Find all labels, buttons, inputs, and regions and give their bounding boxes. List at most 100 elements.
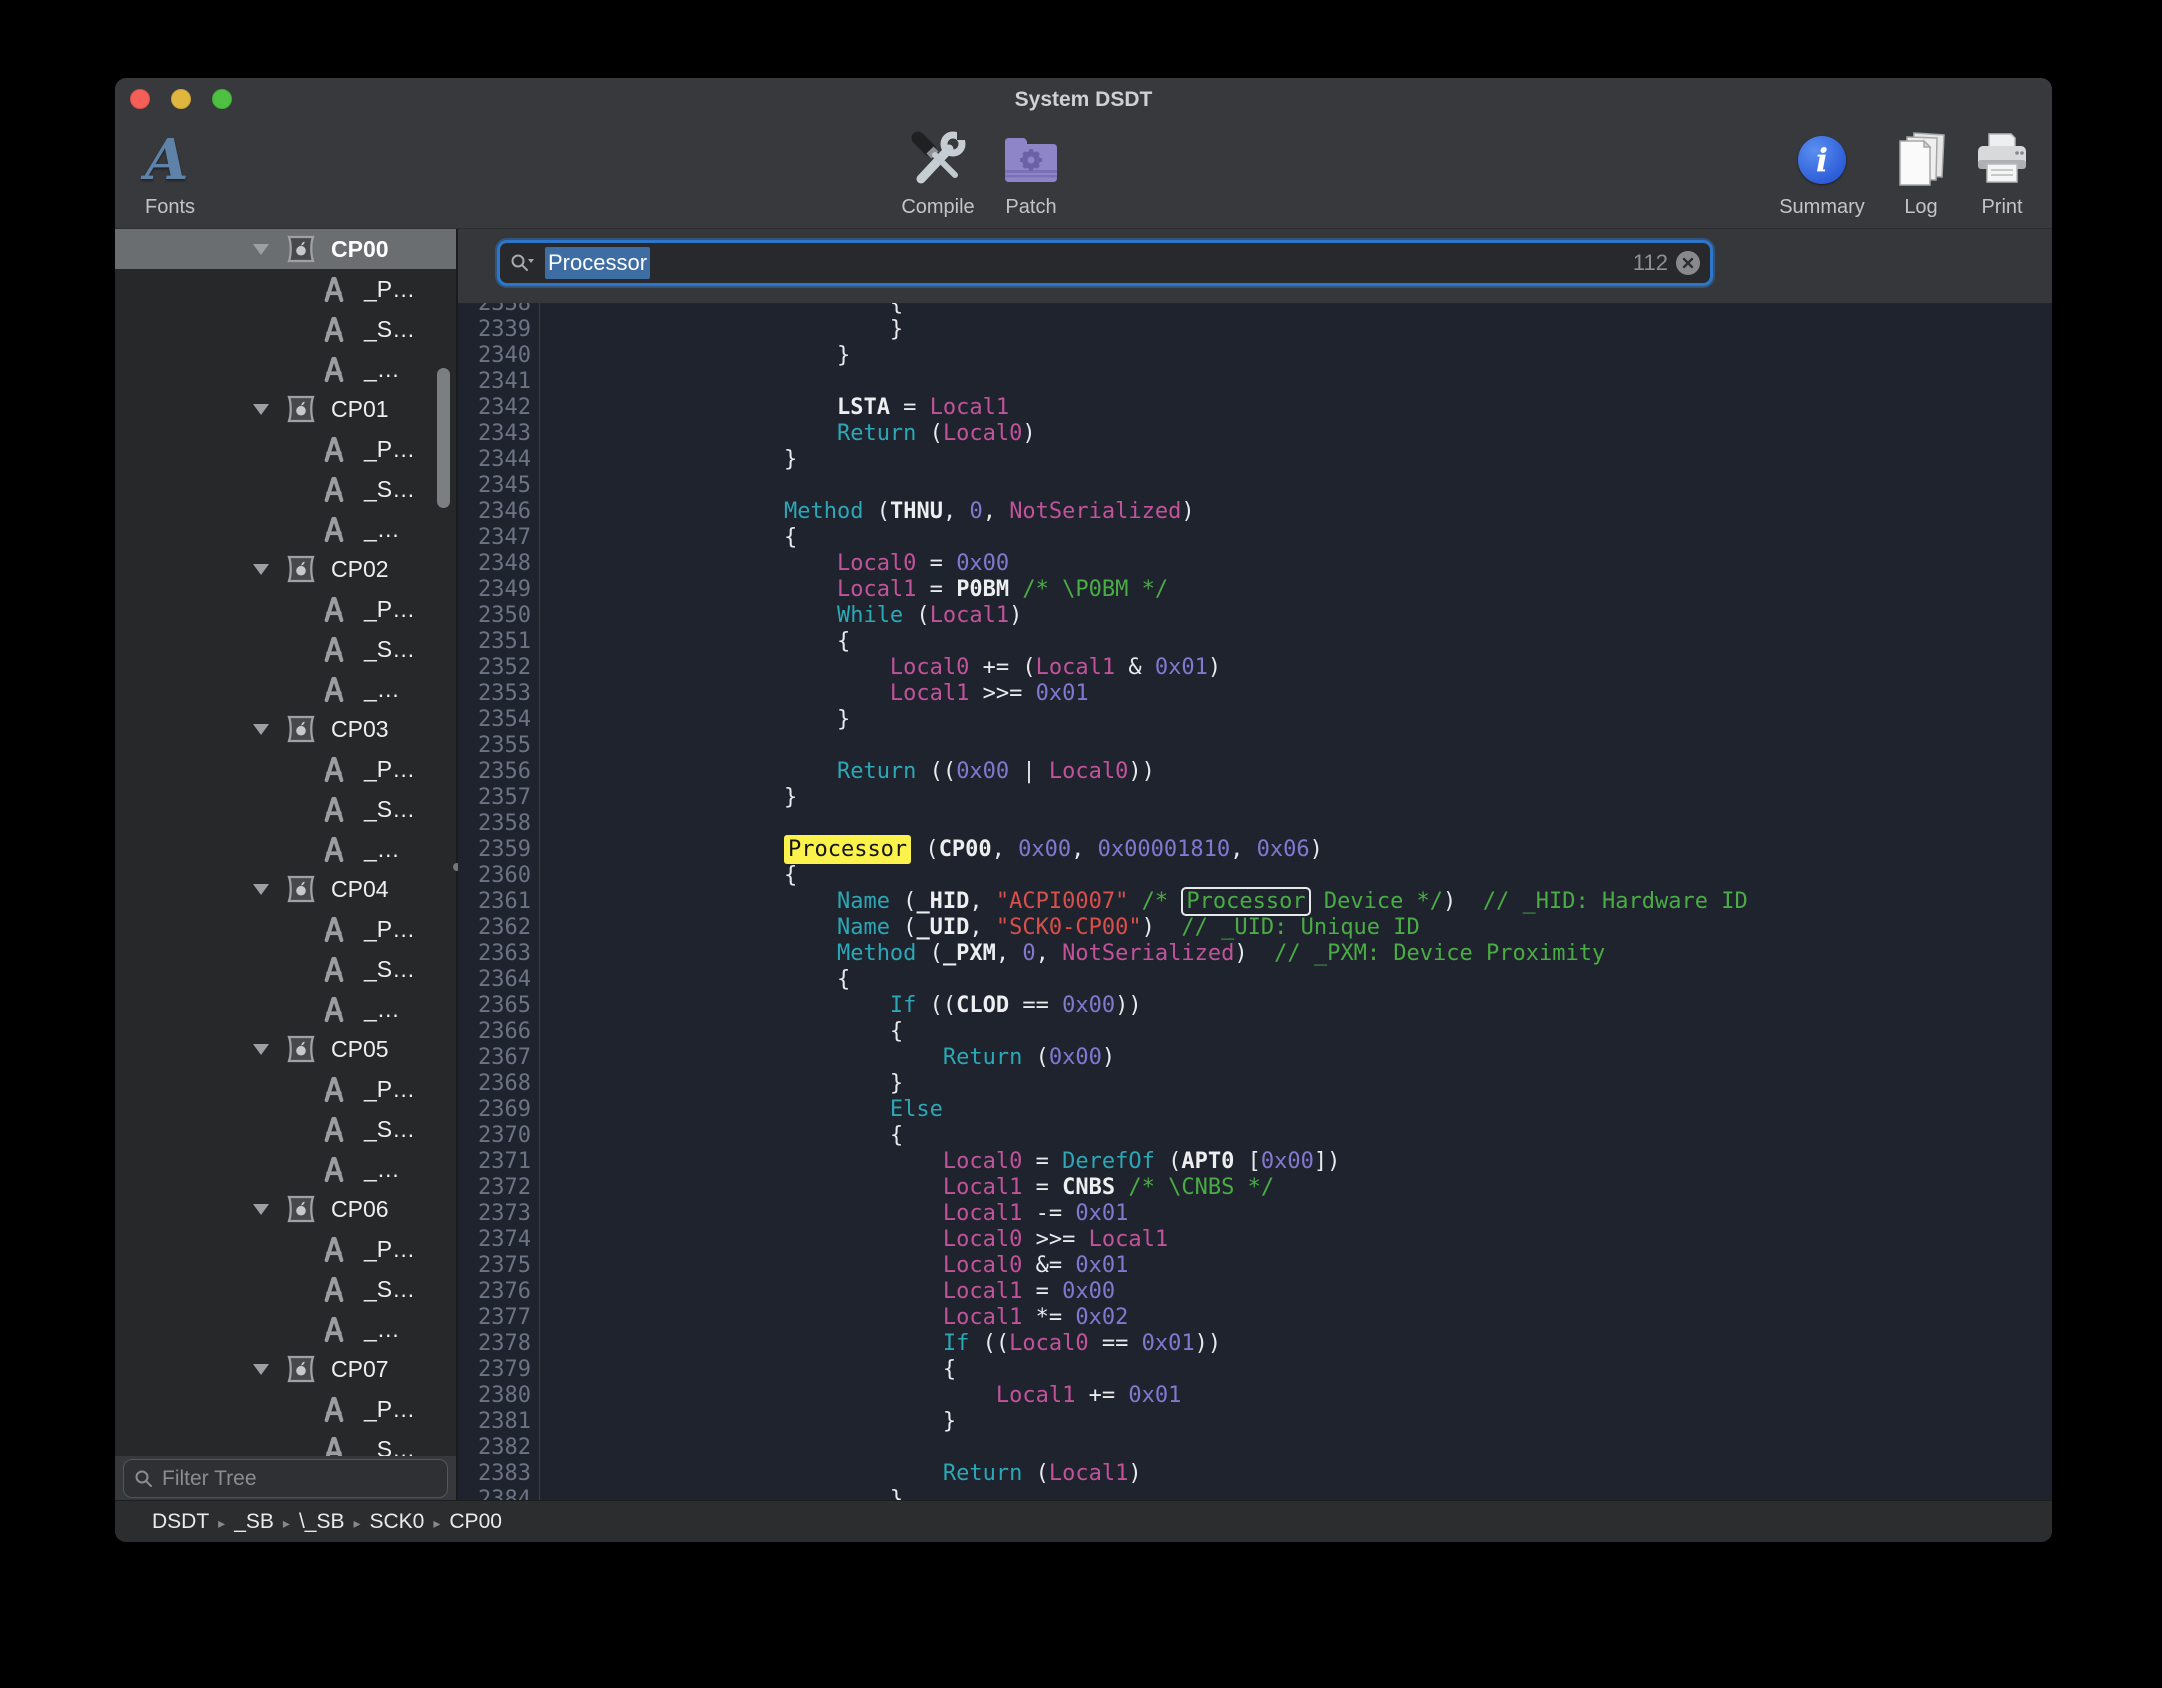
search-menu-icon[interactable] xyxy=(510,253,536,273)
code-area[interactable]: 2338 {2339 }2340 }23412342 LSTA = Local1… xyxy=(458,303,2052,1500)
code-line[interactable]: 2382 xyxy=(458,1435,2052,1461)
tree-row-child[interactable]: _S… xyxy=(115,1429,456,1456)
log-button[interactable]: Log xyxy=(1890,126,1952,219)
code-line[interactable]: 2340 } xyxy=(458,343,2052,369)
tree-row-child[interactable]: _P… xyxy=(115,1069,456,1109)
tree-row-child[interactable]: _S… xyxy=(115,629,456,669)
code-line[interactable]: 2354 } xyxy=(458,707,2052,733)
tree-row-child[interactable]: _P… xyxy=(115,589,456,629)
code-line[interactable]: 2341 xyxy=(458,369,2052,395)
tree-row-child[interactable]: _P… xyxy=(115,1229,456,1269)
code-line[interactable]: 2338 { xyxy=(458,303,2052,317)
code-line[interactable]: 2356 Return ((0x00 | Local0)) xyxy=(458,759,2052,785)
breadcrumb-item-_sb[interactable]: _SB xyxy=(234,1510,274,1533)
code-line[interactable]: 2368 } xyxy=(458,1071,2052,1097)
code-line[interactable]: 2351 { xyxy=(458,629,2052,655)
code-line[interactable]: 2379 { xyxy=(458,1357,2052,1383)
code-line[interactable]: 2381 } xyxy=(458,1409,2052,1435)
code-line[interactable]: 2353 Local1 >>= 0x01 xyxy=(458,681,2052,707)
tree-row-cp01[interactable]: CP01 xyxy=(115,389,456,429)
code-line[interactable]: 2372 Local1 = CNBS /* \CNBS */ xyxy=(458,1175,2052,1201)
summary-button[interactable]: i Summary xyxy=(1772,126,1872,219)
code-line[interactable]: 2360 { xyxy=(458,863,2052,889)
sidebar-scrollbar-thumb[interactable] xyxy=(437,368,450,508)
code-line[interactable]: 2359 Processor (CP00, 0x00, 0x00001810, … xyxy=(458,837,2052,863)
code-line[interactable]: 2345 xyxy=(458,473,2052,499)
code-line[interactable]: 2375 Local0 &= 0x01 xyxy=(458,1253,2052,1279)
code-line[interactable]: 2371 Local0 = DerefOf (APT0 [0x00]) xyxy=(458,1149,2052,1175)
code-line[interactable]: 2369 Else xyxy=(458,1097,2052,1123)
code-line[interactable]: 2358 xyxy=(458,811,2052,837)
code-line[interactable]: 2383 Return (Local1) xyxy=(458,1461,2052,1487)
code-line[interactable]: 2361 Name (_HID, "ACPI0007" /* Processor… xyxy=(458,889,2052,915)
disclosure-triangle-icon[interactable] xyxy=(253,1204,269,1215)
print-button[interactable]: Print xyxy=(1966,126,2038,219)
search-field[interactable]: Processor 112 xyxy=(497,240,1713,286)
code-line[interactable]: 2343 Return (Local0) xyxy=(458,421,2052,447)
code-line[interactable]: 2346 Method (THNU, 0, NotSerialized) xyxy=(458,499,2052,525)
patch-button[interactable]: Patch xyxy=(990,126,1072,219)
tree-row-cp07[interactable]: CP07 xyxy=(115,1349,456,1389)
code-line[interactable]: 2378 If ((Local0 == 0x01)) xyxy=(458,1331,2052,1357)
code-line[interactable]: 2352 Local0 += (Local1 & 0x01) xyxy=(458,655,2052,681)
code-line[interactable]: 2374 Local0 >>= Local1 xyxy=(458,1227,2052,1253)
clear-search-button[interactable] xyxy=(1676,251,1700,275)
tree-row-child[interactable]: _P… xyxy=(115,909,456,949)
code-line[interactable]: 2376 Local1 = 0x00 xyxy=(458,1279,2052,1305)
tree-row-child[interactable]: _… xyxy=(115,669,456,709)
compile-button[interactable]: Compile xyxy=(892,126,984,219)
tree-row-child[interactable]: _… xyxy=(115,509,456,549)
tree-row-cp05[interactable]: CP05 xyxy=(115,1029,456,1069)
breadcrumb-item-_sb[interactable]: \_SB xyxy=(299,1510,345,1533)
disclosure-triangle-icon[interactable] xyxy=(253,404,269,415)
tree-row-cp00[interactable]: CP00 xyxy=(115,229,456,269)
code-line[interactable]: 2357 } xyxy=(458,785,2052,811)
breadcrumb-item-cp00[interactable]: CP00 xyxy=(449,1510,502,1533)
disclosure-triangle-icon[interactable] xyxy=(253,1044,269,1055)
code-line[interactable]: 2367 Return (0x00) xyxy=(458,1045,2052,1071)
tree-row-cp06[interactable]: CP06 xyxy=(115,1189,456,1229)
disclosure-triangle-icon[interactable] xyxy=(253,884,269,895)
tree-row-child[interactable]: _… xyxy=(115,349,456,389)
tree-row-child[interactable]: _S… xyxy=(115,789,456,829)
code-line[interactable]: 2348 Local0 = 0x00 xyxy=(458,551,2052,577)
breadcrumb-item-sck0[interactable]: SCK0 xyxy=(370,1510,425,1533)
tree-row-child[interactable]: _… xyxy=(115,1309,456,1349)
tree-row-cp03[interactable]: CP03 xyxy=(115,709,456,749)
code-line[interactable]: 2365 If ((CLOD == 0x00)) xyxy=(458,993,2052,1019)
tree-row-child[interactable]: _… xyxy=(115,1149,456,1189)
code-line[interactable]: 2347 { xyxy=(458,525,2052,551)
code-line[interactable]: 2366 { xyxy=(458,1019,2052,1045)
code-line[interactable]: 2364 { xyxy=(458,967,2052,993)
code-line[interactable]: 2384 } xyxy=(458,1487,2052,1500)
code-line[interactable]: 2373 Local1 -= 0x01 xyxy=(458,1201,2052,1227)
code-line[interactable]: 2349 Local1 = P0BM /* \P0BM */ xyxy=(458,577,2052,603)
code-line[interactable]: 2380 Local1 += 0x01 xyxy=(458,1383,2052,1409)
code-line[interactable]: 2344 } xyxy=(458,447,2052,473)
tree-row-child[interactable]: _P… xyxy=(115,269,456,309)
tree-row-child[interactable]: _S… xyxy=(115,949,456,989)
disclosure-triangle-icon[interactable] xyxy=(253,724,269,735)
breadcrumb-item-dsdt[interactable]: DSDT xyxy=(152,1510,209,1533)
tree-row-child[interactable]: _S… xyxy=(115,309,456,349)
tree-row-child[interactable]: _… xyxy=(115,989,456,1029)
filter-tree-input[interactable]: Filter Tree xyxy=(123,1459,448,1498)
disclosure-triangle-icon[interactable] xyxy=(253,244,269,255)
tree-row-cp02[interactable]: CP02 xyxy=(115,549,456,589)
tree-row-cp04[interactable]: CP04 xyxy=(115,869,456,909)
code-line[interactable]: 2362 Name (_UID, "SCK0-CP00") // _UID: U… xyxy=(458,915,2052,941)
fonts-button[interactable]: A Fonts xyxy=(131,126,251,219)
code-line[interactable]: 2342 LSTA = Local1 xyxy=(458,395,2052,421)
code-line[interactable]: 2377 Local1 *= 0x02 xyxy=(458,1305,2052,1331)
code-line[interactable]: 2355 xyxy=(458,733,2052,759)
code-line[interactable]: 2350 While (Local1) xyxy=(458,603,2052,629)
tree-row-child[interactable]: _S… xyxy=(115,469,456,509)
code-line[interactable]: 2370 { xyxy=(458,1123,2052,1149)
tree-row-child[interactable]: _P… xyxy=(115,749,456,789)
code-line[interactable]: 2339 } xyxy=(458,317,2052,343)
tree-row-child[interactable]: _P… xyxy=(115,1389,456,1429)
disclosure-triangle-icon[interactable] xyxy=(253,1364,269,1375)
tree-row-child[interactable]: _… xyxy=(115,829,456,869)
code-line[interactable]: 2363 Method (_PXM, 0, NotSerialized) // … xyxy=(458,941,2052,967)
tree-row-child[interactable]: _P… xyxy=(115,429,456,469)
